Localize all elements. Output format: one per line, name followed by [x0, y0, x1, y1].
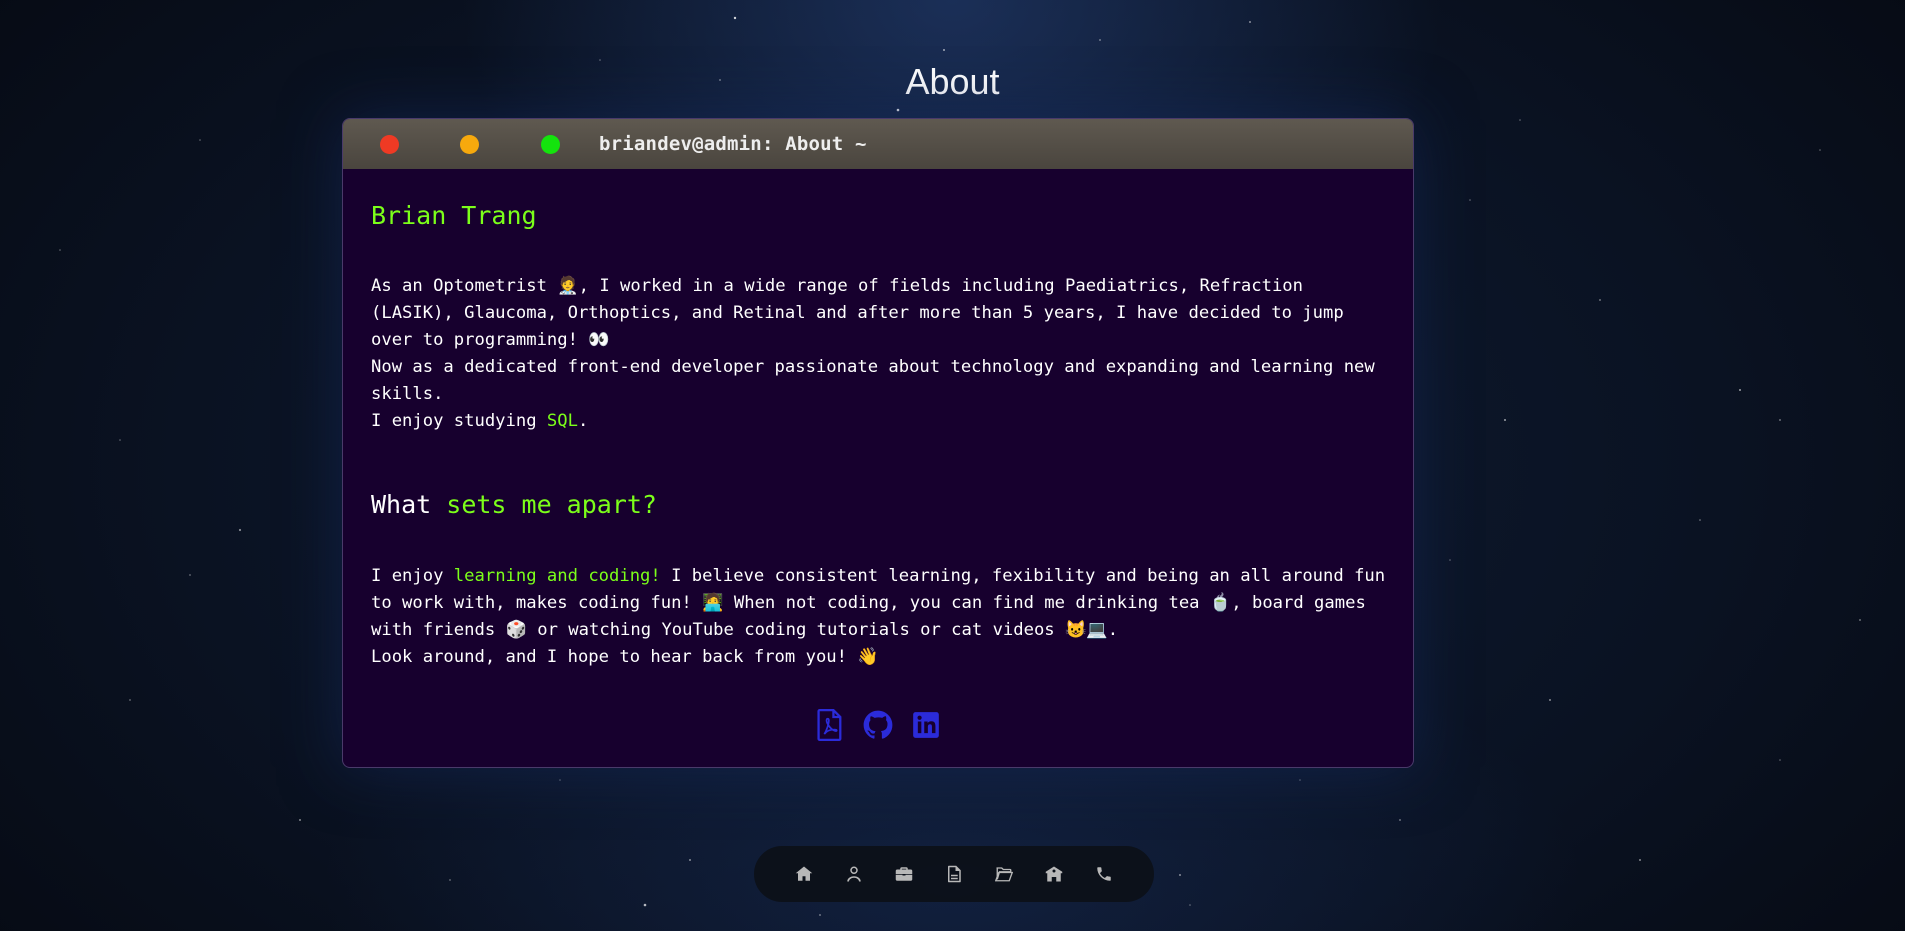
social-links: [343, 709, 1413, 741]
studying-prefix: I enjoy studying: [371, 411, 547, 431]
home-icon: [795, 866, 813, 881]
page-title: About: [905, 61, 1000, 102]
apart-heading-prefix: What: [371, 490, 447, 519]
minimize-window-dot[interactable]: [460, 135, 479, 154]
linkedin-icon: [913, 712, 939, 738]
github-icon: [863, 710, 893, 739]
apart-highlight: learning and coding!: [453, 566, 661, 586]
nav-resume[interactable]: [929, 854, 979, 894]
close-window-dot[interactable]: [380, 135, 399, 154]
school-icon: [1045, 866, 1063, 882]
maximize-window-dot[interactable]: [541, 135, 560, 154]
nav-education[interactable]: [1029, 854, 1079, 894]
apart-prefix: I enjoy: [371, 566, 454, 586]
intro-paragraph: As an Optometrist 🧑‍⚕️, I worked in a wi…: [371, 276, 1355, 350]
user-icon: [847, 866, 861, 882]
nav-about[interactable]: [829, 854, 879, 894]
folder-open-icon: [995, 867, 1013, 882]
phone-icon: [1097, 867, 1111, 881]
github-link[interactable]: [862, 709, 894, 741]
profile-name: Brian Trang: [371, 201, 537, 230]
linkedin-link[interactable]: [910, 709, 942, 741]
nav-contact[interactable]: [1079, 854, 1129, 894]
developer-paragraph: Now as a dedicated front-end developer p…: [371, 357, 1386, 404]
nav-projects[interactable]: [979, 854, 1029, 894]
closing-paragraph: Look around, and I hope to hear back fro…: [371, 647, 879, 667]
terminal-title: briandev@admin: About ~: [599, 133, 867, 155]
briefcase-icon: [895, 867, 913, 881]
apart-heading: What sets me apart?: [371, 489, 657, 521]
terminal-window: briandev@admin: About ~ Brian Trang As a…: [342, 118, 1414, 768]
resume-pdf-link[interactable]: [814, 709, 846, 741]
studying-paragraph: I enjoy studying SQL.: [371, 408, 1391, 435]
nav-experience[interactable]: [879, 854, 929, 894]
pdf-file-icon: [817, 709, 842, 741]
apart-heading-highlight: sets me apart?: [446, 490, 657, 519]
bottom-navbar: [754, 846, 1154, 902]
terminal-titlebar: briandev@admin: About ~: [343, 119, 1413, 169]
document-icon: [948, 865, 961, 883]
apart-paragraph: I enjoy learning and coding! I believe c…: [371, 563, 1391, 644]
nav-home[interactable]: [779, 854, 829, 894]
studying-subject: SQL: [546, 411, 578, 431]
studying-suffix: .: [577, 411, 589, 431]
